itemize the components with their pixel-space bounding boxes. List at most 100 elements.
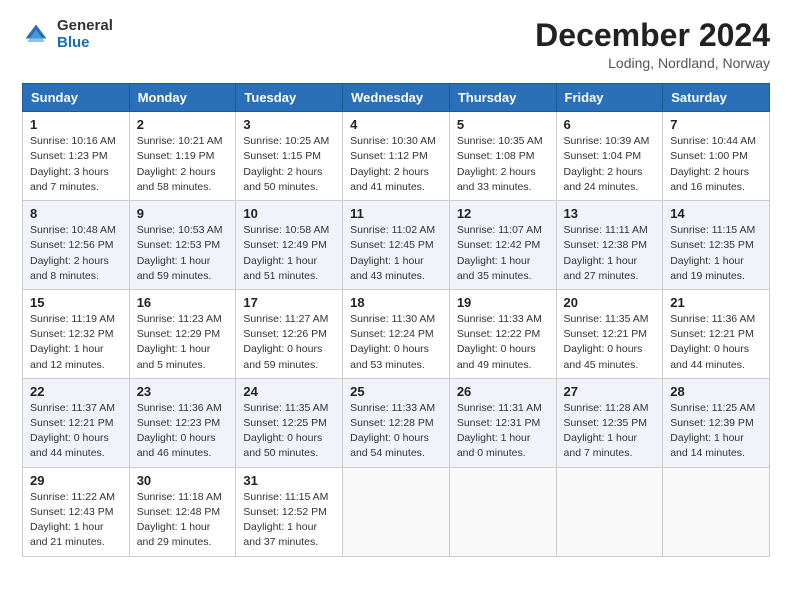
day-cell: 9Sunrise: 10:53 AMSunset: 12:53 PMDaylig… (129, 201, 236, 290)
logo-general-text: General (57, 18, 113, 35)
day-info: Sunrise: 11:33 AMSunset: 12:22 PMDayligh… (457, 312, 549, 373)
col-friday: Friday (556, 84, 663, 112)
col-monday: Monday (129, 84, 236, 112)
month-title: December 2024 (535, 18, 770, 53)
day-number: 26 (457, 384, 549, 399)
day-info: Sunrise: 10:53 AMSunset: 12:53 PMDayligh… (137, 223, 229, 284)
day-number: 28 (670, 384, 762, 399)
week-row-2: 8 Sunrise: 10:48 AMSunset: 12:56 PMDaylig… (23, 201, 770, 290)
day-cell: 12Sunrise: 11:07 AMSunset: 12:42 PMDayli… (449, 201, 556, 290)
week-row-3: 15 Sunrise: 11:19 AMSunset: 12:32 PMDayli… (23, 289, 770, 378)
day-info: Sunrise: 11:19 AMSunset: 12:32 PMDayligh… (30, 312, 122, 373)
calendar-body: 1Sunrise: 10:16 AMSunset: 1:23 PMDayligh… (23, 112, 770, 556)
day-number: 13 (564, 206, 656, 221)
day-info: Sunrise: 11:18 AMSunset: 12:48 PMDayligh… (137, 490, 229, 551)
day-info: Sunrise: 11:11 AMSunset: 12:38 PMDayligh… (564, 223, 656, 284)
day-number: 14 (670, 206, 762, 221)
day-cell: 23 Sunrise: 11:36 AMSunset: 12:23 PMDayli… (129, 378, 236, 467)
week-row-1: 1Sunrise: 10:16 AMSunset: 1:23 PMDayligh… (23, 112, 770, 201)
day-info: Sunrise: 10:58 AMSunset: 12:49 PMDayligh… (243, 223, 335, 284)
week-row-5: 29Sunrise: 11:22 AMSunset: 12:43 PMDayli… (23, 467, 770, 556)
day-cell: 19Sunrise: 11:33 AMSunset: 12:22 PMDayli… (449, 289, 556, 378)
day-number: 4 (350, 117, 442, 132)
day-number: 6 (564, 117, 656, 132)
day-number: 27 (564, 384, 656, 399)
day-number: 30 (137, 473, 229, 488)
day-number: 8 (30, 206, 122, 221)
day-number: 12 (457, 206, 549, 221)
day-info: Sunrise: 10:39 AMSunset: 1:04 PMDaylight… (564, 134, 656, 195)
day-info: Sunrise: 11:36 AMSunset: 12:23 PMDayligh… (137, 401, 229, 462)
day-info: Sunrise: 11:36 AMSunset: 12:21 PMDayligh… (670, 312, 762, 373)
logo-blue-text: Blue (57, 35, 113, 52)
day-cell: 25 Sunrise: 11:33 AMSunset: 12:28 PMDayli… (343, 378, 450, 467)
logo: General Blue (22, 18, 113, 51)
day-info: Sunrise: 11:31 AMSunset: 12:31 PMDayligh… (457, 401, 549, 462)
day-cell: 21 Sunrise: 11:36 AMSunset: 12:21 PMDayli… (663, 289, 770, 378)
day-info: Sunrise: 11:35 AMSunset: 12:25 PMDayligh… (243, 401, 335, 462)
day-number: 15 (30, 295, 122, 310)
day-cell: 30 Sunrise: 11:18 AMSunset: 12:48 PMDayli… (129, 467, 236, 556)
day-cell: 22 Sunrise: 11:37 AMSunset: 12:21 PMDayli… (23, 378, 130, 467)
day-info: Sunrise: 11:35 AMSunset: 12:21 PMDayligh… (564, 312, 656, 373)
day-cell: 20 Sunrise: 11:35 AMSunset: 12:21 PMDayli… (556, 289, 663, 378)
day-info: Sunrise: 10:30 AMSunset: 1:12 PMDaylight… (350, 134, 442, 195)
header: General Blue December 2024 Loding, Nordl… (22, 18, 770, 71)
location: Loding, Nordland, Norway (535, 55, 770, 71)
day-cell: 5 Sunrise: 10:35 AMSunset: 1:08 PMDayligh… (449, 112, 556, 201)
day-info: Sunrise: 11:30 AMSunset: 12:24 PMDayligh… (350, 312, 442, 373)
day-cell: 15 Sunrise: 11:19 AMSunset: 12:32 PMDayli… (23, 289, 130, 378)
day-number: 3 (243, 117, 335, 132)
logo-text: General Blue (57, 18, 113, 51)
day-info: Sunrise: 10:25 AMSunset: 1:15 PMDaylight… (243, 134, 335, 195)
page: General Blue December 2024 Loding, Nordl… (0, 0, 792, 612)
day-cell: 10 Sunrise: 10:58 AMSunset: 12:49 PMDayli… (236, 201, 343, 290)
day-number: 5 (457, 117, 549, 132)
day-number: 10 (243, 206, 335, 221)
col-sunday: Sunday (23, 84, 130, 112)
day-cell (663, 467, 770, 556)
day-info: Sunrise: 11:15 AMSunset: 12:35 PMDayligh… (670, 223, 762, 284)
day-info: Sunrise: 11:37 AMSunset: 12:21 PMDayligh… (30, 401, 122, 462)
week-row-4: 22 Sunrise: 11:37 AMSunset: 12:21 PMDayli… (23, 378, 770, 467)
day-info: Sunrise: 10:48 AMSunset: 12:56 PMDayligh… (30, 223, 122, 284)
day-cell: 29Sunrise: 11:22 AMSunset: 12:43 PMDayli… (23, 467, 130, 556)
day-info: Sunrise: 11:02 AMSunset: 12:45 PMDayligh… (350, 223, 442, 284)
day-number: 23 (137, 384, 229, 399)
day-number: 24 (243, 384, 335, 399)
day-info: Sunrise: 11:33 AMSunset: 12:28 PMDayligh… (350, 401, 442, 462)
day-info: Sunrise: 11:25 AMSunset: 12:39 PMDayligh… (670, 401, 762, 462)
day-cell (449, 467, 556, 556)
day-info: Sunrise: 11:28 AMSunset: 12:35 PMDayligh… (564, 401, 656, 462)
day-cell (343, 467, 450, 556)
day-cell: 26 Sunrise: 11:31 AMSunset: 12:31 PMDayli… (449, 378, 556, 467)
day-info: Sunrise: 10:44 AMSunset: 1:00 PMDaylight… (670, 134, 762, 195)
day-info: Sunrise: 11:27 AMSunset: 12:26 PMDayligh… (243, 312, 335, 373)
day-cell: 4 Sunrise: 10:30 AMSunset: 1:12 PMDayligh… (343, 112, 450, 201)
day-cell: 11Sunrise: 11:02 AMSunset: 12:45 PMDayli… (343, 201, 450, 290)
day-number: 1 (30, 117, 122, 132)
day-cell: 27 Sunrise: 11:28 AMSunset: 12:35 PMDayli… (556, 378, 663, 467)
day-info: Sunrise: 11:22 AMSunset: 12:43 PMDayligh… (30, 490, 122, 551)
day-cell (556, 467, 663, 556)
day-cell: 13 Sunrise: 11:11 AMSunset: 12:38 PMDayli… (556, 201, 663, 290)
day-cell: 31 Sunrise: 11:15 AMSunset: 12:52 PMDayli… (236, 467, 343, 556)
day-info: Sunrise: 10:35 AMSunset: 1:08 PMDaylight… (457, 134, 549, 195)
calendar-table: Sunday Monday Tuesday Wednesday Thursday… (22, 83, 770, 556)
day-number: 21 (670, 295, 762, 310)
day-cell: 17Sunrise: 11:27 AMSunset: 12:26 PMDayli… (236, 289, 343, 378)
day-info: Sunrise: 11:15 AMSunset: 12:52 PMDayligh… (243, 490, 335, 551)
day-number: 16 (137, 295, 229, 310)
calendar-header: Sunday Monday Tuesday Wednesday Thursday… (23, 84, 770, 112)
col-tuesday: Tuesday (236, 84, 343, 112)
day-number: 22 (30, 384, 122, 399)
day-number: 25 (350, 384, 442, 399)
day-number: 20 (564, 295, 656, 310)
col-saturday: Saturday (663, 84, 770, 112)
day-cell: 16 Sunrise: 11:23 AMSunset: 12:29 PMDayli… (129, 289, 236, 378)
day-info: Sunrise: 11:23 AMSunset: 12:29 PMDayligh… (137, 312, 229, 373)
header-row: Sunday Monday Tuesday Wednesday Thursday… (23, 84, 770, 112)
day-number: 7 (670, 117, 762, 132)
day-number: 2 (137, 117, 229, 132)
day-number: 31 (243, 473, 335, 488)
